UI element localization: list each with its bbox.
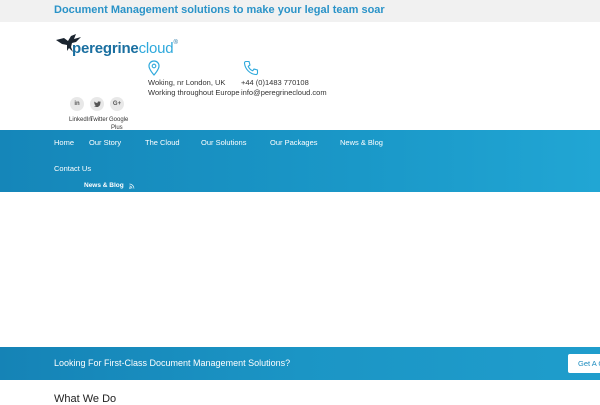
- email-link[interactable]: info@peregrinecloud.com: [241, 88, 327, 97]
- site-logo[interactable]: peregrinecloud®: [54, 32, 178, 62]
- phone-number[interactable]: +44 (0)1483 770108: [241, 78, 309, 87]
- main-nav: Home Our Story The Cloud Our Solutions O…: [0, 130, 600, 192]
- section-heading: What We Do: [54, 393, 117, 405]
- header: peregrinecloud® Woking, nr London, UK Wo…: [0, 22, 600, 131]
- google-plus-icon[interactable]: G+: [110, 97, 124, 111]
- phone-icon: [243, 60, 259, 76]
- twitter-icon[interactable]: [90, 97, 104, 111]
- nav-our-story[interactable]: Our Story: [89, 138, 121, 147]
- twitter-label: Twitter: [90, 117, 108, 123]
- nav-contact-us[interactable]: Contact Us: [54, 164, 91, 173]
- nav-our-solutions[interactable]: Our Solutions: [201, 138, 246, 147]
- google-label: Google: [109, 117, 129, 123]
- cta-banner: Looking For First-Class Document Managem…: [0, 347, 600, 380]
- address-line-2: Working throughout Europe: [148, 88, 240, 97]
- logo-text: peregrinecloud®: [72, 40, 178, 57]
- nav-the-cloud[interactable]: The Cloud: [145, 138, 180, 147]
- logo-registered: ®: [173, 40, 178, 46]
- rss-icon: [129, 183, 135, 189]
- get-a-quote-button[interactable]: Get A Quote: [568, 354, 600, 373]
- tagline: Document Management solutions to make yo…: [54, 4, 385, 16]
- linkedin-icon[interactable]: in: [70, 97, 84, 111]
- nav-home[interactable]: Home: [54, 138, 74, 147]
- logo-part2: cloud: [138, 40, 174, 57]
- nav-sub-news-blog[interactable]: News & Blog: [84, 182, 124, 189]
- top-bar: Document Management solutions to make yo…: [0, 0, 600, 22]
- nav-news-blog[interactable]: News & Blog: [340, 138, 383, 147]
- logo-part1: peregrine: [72, 40, 139, 57]
- twitter-bird-icon: [93, 101, 101, 107]
- address-line-1: Woking, nr London, UK: [148, 78, 226, 87]
- map-pin-icon: [148, 60, 160, 76]
- nav-our-packages[interactable]: Our Packages: [270, 138, 318, 147]
- cta-text: Looking For First-Class Document Managem…: [54, 358, 291, 368]
- linkedin-label: LinkedIn: [69, 117, 92, 123]
